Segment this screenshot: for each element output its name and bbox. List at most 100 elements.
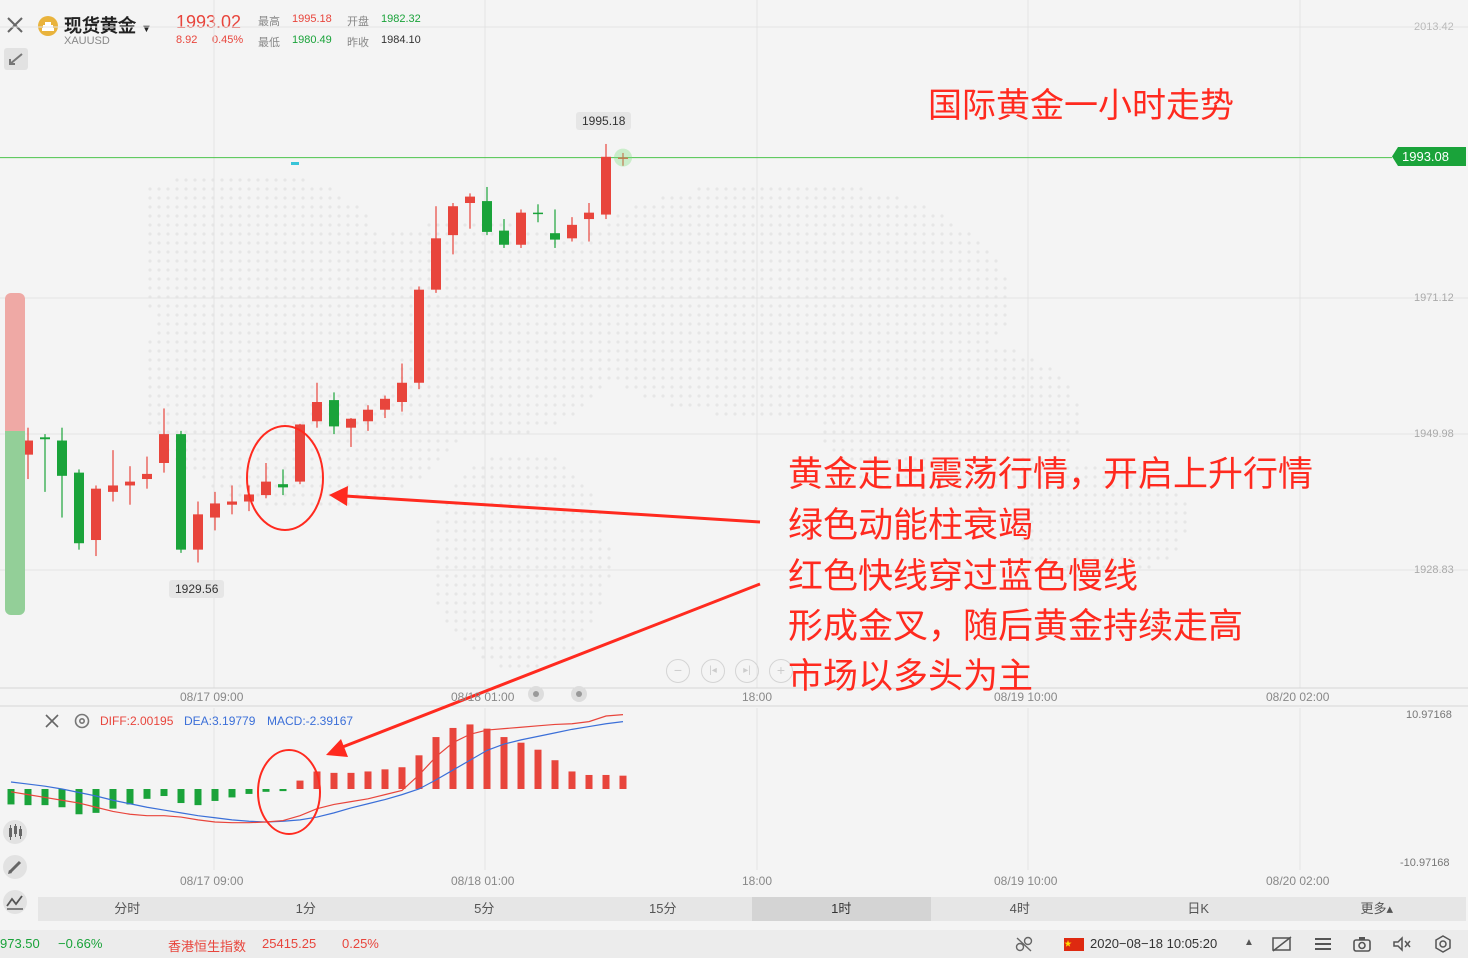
macd-diff-label: DIFF:2.00195 <box>100 714 174 728</box>
annotation-line: 红色快线穿过蓝色慢线 <box>788 557 1139 597</box>
candle-body <box>227 501 237 505</box>
macd-histogram-bar <box>279 789 287 792</box>
annotation-line: 绿色动能柱衰竭 <box>788 506 1034 546</box>
chart-grid <box>0 0 1468 870</box>
tab-daily[interactable]: 日K <box>1109 897 1288 921</box>
tab-4h[interactable]: 4时 <box>931 897 1110 921</box>
candle-body <box>363 409 373 422</box>
time-axis-label: 18:00 <box>742 690 773 704</box>
tab-15m[interactable]: 15分 <box>574 897 753 921</box>
macd-histogram-bar <box>228 789 236 798</box>
candle-body <box>108 485 118 492</box>
mute-icon[interactable] <box>1392 935 1412 953</box>
macd-dea-label: DEA:3.19779 <box>184 714 256 728</box>
buy-sell-ratio-bar <box>5 293 25 615</box>
macd-histogram-bar <box>449 727 457 789</box>
camera-icon[interactable] <box>1352 935 1372 953</box>
ticker-index-name[interactable]: 香港恒生指数 <box>168 936 246 955</box>
annotation-line: 市场以多头为主 <box>788 657 1034 697</box>
current-price-tag: 1993.08 <box>1392 147 1466 166</box>
macd-axis-bottom: -10.97168 <box>1400 857 1450 869</box>
macd-histogram-bar <box>7 789 15 805</box>
candle-body <box>346 418 356 428</box>
ticker-index-value: 25415.25 <box>262 936 317 951</box>
high-price-marker: 1995.18 <box>576 112 632 130</box>
draw-pencil-icon[interactable] <box>3 855 27 879</box>
annotation-line: 黄金走出震荡行情，开启上升行情 <box>788 455 1314 495</box>
annotation-arrow <box>339 582 761 750</box>
candle-body <box>380 398 390 410</box>
candle-body <box>601 156 611 215</box>
candle-body <box>210 503 220 518</box>
macd-histogram-bar <box>194 789 202 806</box>
annotation-circle <box>257 749 321 835</box>
list-icon[interactable] <box>1313 935 1333 953</box>
zoom-out-button[interactable]: − <box>666 659 690 683</box>
candle-body <box>516 212 526 245</box>
macd-time-label: 18:00 <box>742 874 773 888</box>
macd-time-label: 08/17 09:00 <box>180 874 244 888</box>
tab-1m[interactable]: 1分 <box>217 897 396 921</box>
current-price-glow <box>614 148 632 167</box>
status-datetime: 2020−08−18 10:05:20 <box>1090 936 1218 951</box>
event-marker <box>291 162 299 165</box>
settings-gear-icon[interactable] <box>1433 935 1453 953</box>
candle-body <box>176 434 186 550</box>
time-axis-label: 08/17 09:00 <box>180 690 244 704</box>
candle-body <box>278 484 288 488</box>
expand-up-icon[interactable]: ▲ <box>1244 937 1254 948</box>
price-axis-label: 1949.98 <box>1414 428 1454 440</box>
annotation-line: 形成金叉，随后黄金持续走高 <box>788 607 1244 647</box>
macd-histogram-bar <box>483 728 491 789</box>
macd-histogram-bar <box>211 789 219 801</box>
candle-body <box>550 233 560 240</box>
candle-body <box>261 481 271 496</box>
candle-body <box>414 289 424 383</box>
candle-body <box>431 238 441 290</box>
macd-histogram-bar <box>534 749 542 789</box>
candle-body <box>193 514 203 550</box>
annotation-arrowhead <box>326 739 348 757</box>
macd-histogram-bar <box>143 789 151 799</box>
macd-histogram-bar <box>126 789 134 805</box>
scroll-dot-icon[interactable] <box>528 686 544 702</box>
ticker-left-change: −0.66% <box>58 936 103 951</box>
ticker-left-value: 973.50 <box>0 936 40 951</box>
tab-more[interactable]: 更多▴ <box>1288 897 1467 921</box>
price-axis-label: 1971.12 <box>1414 292 1454 304</box>
macd-histogram-bar <box>262 789 270 792</box>
macd-close-icon[interactable] <box>44 713 60 729</box>
macd-histogram-bar <box>109 789 117 809</box>
candle-body <box>329 400 339 427</box>
tab-5m[interactable]: 5分 <box>395 897 574 921</box>
macd-histogram-bar <box>92 789 100 813</box>
candle-body <box>312 402 322 422</box>
macd-settings-icon[interactable] <box>73 712 91 730</box>
candle-body <box>567 224 577 239</box>
macd-histogram-bar <box>568 771 576 789</box>
tab-1h[interactable]: 1时 <box>752 897 931 921</box>
macd-series <box>7 714 627 824</box>
chart-mode-icon[interactable] <box>1271 935 1293 953</box>
macd-histogram-bar <box>517 742 525 789</box>
indicator-tool-icon[interactable] <box>3 890 27 914</box>
scroll-start-button[interactable]: |◂ <box>701 659 725 683</box>
candlestick-tool-icon[interactable] <box>3 820 27 844</box>
connection-icon[interactable] <box>1014 935 1034 953</box>
tab-minute-line[interactable]: 分时 <box>38 897 217 921</box>
scroll-end-button[interactable]: ▸| <box>735 659 759 683</box>
macd-histogram-bar <box>585 774 593 789</box>
price-axis-label: 2013.42 <box>1414 21 1454 33</box>
candle-body <box>584 212 594 220</box>
macd-histogram-bar <box>296 780 304 789</box>
macd-histogram-bar <box>551 760 559 789</box>
macd-histogram-bar <box>364 771 372 789</box>
ticker-index-change: 0.25% <box>342 936 379 951</box>
app-window: 现货黄金 ▼ XAUUSD 1993.02 8.92 0.45% 最高 1995… <box>0 0 1468 958</box>
candle-body <box>397 382 407 403</box>
candle-body <box>125 481 135 486</box>
scroll-dot-icon[interactable] <box>571 686 587 702</box>
macd-axis-top: 10.97168 <box>1406 709 1452 721</box>
time-axis-label: 08/18 01:00 <box>451 690 515 704</box>
macd-histogram-bar <box>160 789 168 797</box>
